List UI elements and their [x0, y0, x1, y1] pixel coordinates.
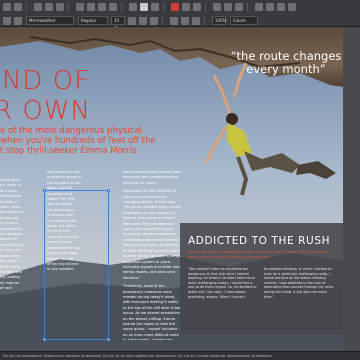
article-headline[interactable]: ND OF R OWN — [0, 66, 91, 126]
toolbar: Merriweather Regular 10 pt 100% Colore — [0, 0, 360, 30]
underline-icon[interactable] — [150, 16, 158, 25]
snapping-icon[interactable] — [266, 3, 274, 11]
intro-text[interactable]: e of the most dangerous physical when yo… — [0, 126, 200, 156]
body-column-3[interactable]: secret routes along Steens Head and have… — [123, 170, 183, 340]
body-paragraph: secret routes along Steens Head and have… — [123, 170, 182, 185]
sidebar-title: ADDICTED TO THE RUSH — [188, 235, 331, 247]
preview-icon[interactable] — [277, 3, 285, 11]
pasteboard[interactable] — [343, 27, 360, 351]
toolbar-tools-row — [0, 0, 360, 14]
resize-handle[interactable] — [107, 338, 110, 341]
align-center-icon[interactable] — [224, 3, 232, 11]
resize-handle[interactable] — [43, 338, 46, 341]
pull-quote[interactable]: “the route changes every month” — [212, 50, 360, 76]
separator — [204, 16, 205, 25]
frame-options-icon[interactable] — [3, 16, 11, 25]
align-right-icon[interactable] — [235, 3, 243, 11]
italic-icon[interactable] — [139, 16, 147, 25]
preflight-icon[interactable] — [56, 3, 64, 11]
body-paragraph: Thankfully, none of the emergency measur… — [123, 284, 182, 340]
arrange-icon[interactable] — [255, 3, 263, 11]
intro-line: t stop thrill-seeker Emma Morris — [0, 146, 137, 156]
align-left-icon[interactable] — [213, 3, 221, 11]
intro-line: e of the most dangerous physical — [0, 126, 142, 136]
paragraph-center-icon[interactable] — [181, 16, 189, 25]
sidebar-subtitle: Emma has been an adrenaline junkie since… — [188, 250, 330, 259]
separator — [26, 2, 27, 12]
paragraph-justify-icon[interactable] — [192, 16, 200, 25]
text-frame-icon[interactable] — [76, 3, 84, 11]
separator — [205, 2, 206, 12]
sidebar-column-2: be outside climbing, or when I wanted to… — [264, 267, 334, 299]
wrap-icon[interactable] — [129, 3, 137, 11]
separator — [162, 16, 163, 25]
paragraph-left-icon[interactable] — [170, 16, 178, 25]
table-icon[interactable] — [98, 3, 106, 11]
view-mode-icon[interactable] — [140, 3, 148, 11]
selected-text-frame[interactable] — [43, 189, 110, 341]
transparency-icon[interactable] — [193, 3, 201, 11]
resize-handle[interactable] — [107, 189, 110, 192]
body-column-1[interactable]: climbing tu o's 'Paris' in he's been cli… — [0, 178, 40, 338]
headline-line-2: R OWN — [0, 96, 91, 126]
separator — [68, 2, 69, 12]
headline-line-1: ND OF — [2, 66, 91, 96]
context-toolbar: Merriweather Regular 10 pt 100% Colore — [0, 14, 360, 30]
picture-frame-icon[interactable] — [87, 3, 95, 11]
bold-icon[interactable] — [128, 16, 136, 25]
document-canvas[interactable]: ND OF R OWN e of the most dangerous phys… — [0, 27, 360, 351]
body-paragraph: Depending on the difficulty of the cours… — [123, 189, 183, 280]
swatch-select[interactable]: Colore — [230, 16, 258, 25]
stroke-icon[interactable] — [182, 3, 190, 11]
separator — [121, 2, 122, 12]
font-size-field[interactable]: 10 pt — [111, 16, 125, 30]
status-bar: Fai clic per selezionare, Trascina per s… — [0, 351, 360, 360]
pull-quote-line: every month” — [246, 62, 326, 76]
separator — [163, 2, 164, 12]
app-window: Merriweather Regular 10 pt 100% Colore — [0, 0, 360, 360]
menu-icon[interactable] — [3, 3, 11, 11]
font-style-select[interactable]: Regular — [78, 16, 108, 25]
color-swatch-icon[interactable] — [171, 3, 179, 11]
layout-icon[interactable] — [45, 3, 53, 11]
sidebar-column-1: "You wouldn't take me anywhere too dange… — [188, 267, 257, 299]
shape-icon[interactable] — [109, 3, 117, 11]
body-line: of rock — [0, 286, 13, 291]
persona-icon[interactable] — [34, 3, 42, 11]
grid-icon[interactable] — [151, 3, 159, 11]
document-icon[interactable] — [14, 3, 22, 11]
resize-handle[interactable] — [43, 189, 46, 192]
separator — [247, 2, 248, 12]
font-family-select[interactable]: Merriweather — [26, 16, 74, 25]
text-style-icon[interactable] — [14, 16, 22, 25]
studio-icon[interactable] — [288, 3, 296, 11]
zoom-field[interactable]: 100% — [212, 16, 226, 25]
intro-line: when you're hundreds of feet off the — [0, 136, 156, 146]
